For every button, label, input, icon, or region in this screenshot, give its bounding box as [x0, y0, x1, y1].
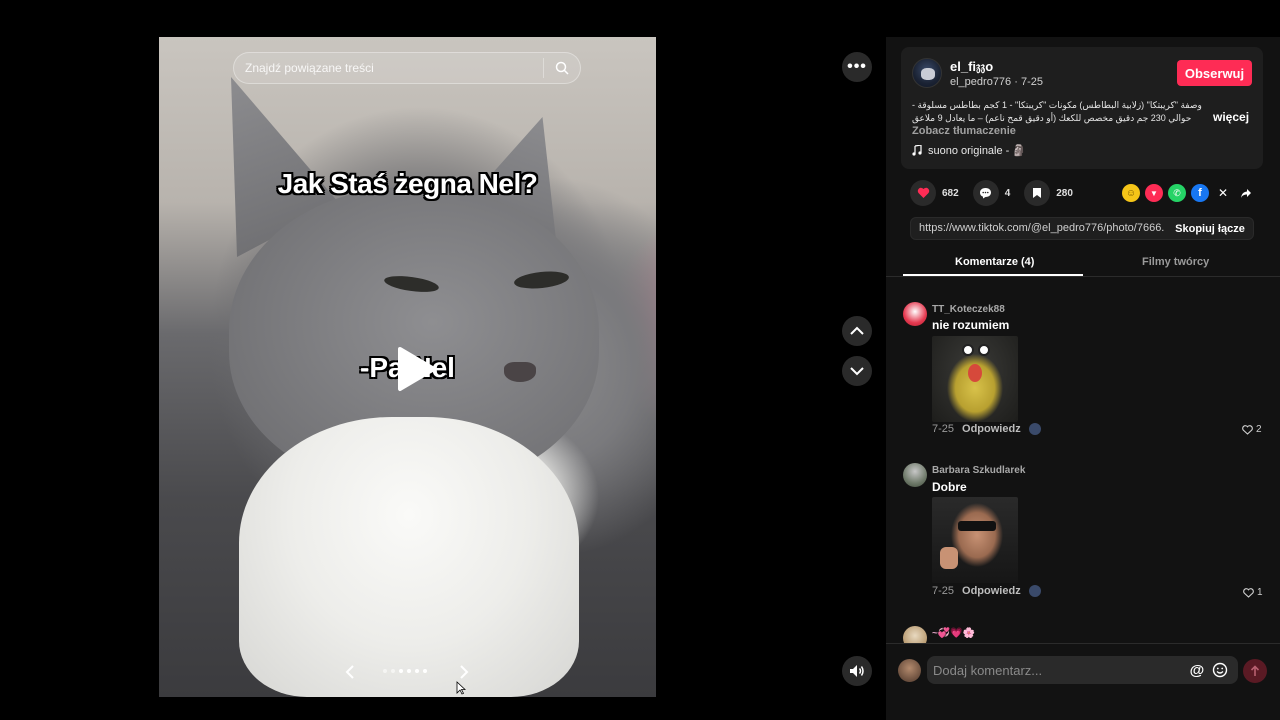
- comment-date: 7-25: [932, 585, 955, 597]
- like-count: 682: [942, 187, 959, 199]
- comment-like-button[interactable]: 2: [1242, 424, 1262, 435]
- engagement-stats: 682 4 280: [910, 180, 1087, 206]
- more-options-button[interactable]: •••: [842, 52, 872, 82]
- creator-liked-badge: [1028, 585, 1041, 597]
- arrow-up-icon: [850, 326, 864, 335]
- at-icon[interactable]: @: [1188, 661, 1206, 679]
- comment-author[interactable]: TT_Koteczek88: [932, 304, 1005, 315]
- music-note-icon: [912, 145, 922, 156]
- bookmark-icon: [1024, 180, 1051, 206]
- next-post-button[interactable]: [842, 356, 872, 386]
- current-user-avatar: [898, 659, 921, 682]
- carousel-dot[interactable]: [423, 669, 427, 673]
- post-date: 7-25: [1020, 76, 1043, 88]
- comment-text: nie rozumiem: [932, 318, 1010, 332]
- comment-author[interactable]: ~💞💗🌸: [932, 628, 975, 639]
- heart-outline-icon: [1243, 587, 1254, 598]
- carousel-next-button[interactable]: [454, 662, 474, 682]
- comment-author[interactable]: Barbara Szkudlarek: [932, 465, 1025, 476]
- send-icon: [1250, 665, 1260, 676]
- more-link[interactable]: więcej: [1213, 110, 1249, 124]
- like-button[interactable]: 682: [910, 180, 959, 206]
- top-bar: [0, 0, 1280, 37]
- creator-liked-badge: [1028, 423, 1041, 435]
- comment-meta: 7-25 Odpowiedz: [932, 423, 1041, 435]
- carousel-prev-button[interactable]: [340, 662, 360, 682]
- overlay-title-text: Jak Staś żegna Nel?: [277, 168, 538, 199]
- comment-meta: 7-25 Odpowiedz: [932, 585, 1041, 597]
- arrow-down-icon: [850, 367, 864, 376]
- copy-link-button[interactable]: Skopiuj łącze: [1168, 218, 1252, 239]
- volume-button[interactable]: [842, 656, 872, 686]
- author-handle-date[interactable]: el_pedro776 · 7-25: [950, 76, 1043, 88]
- author-handle: el_pedro776: [950, 76, 1012, 88]
- play-icon[interactable]: [392, 346, 438, 392]
- share-link-url[interactable]: https://www.tiktok.com/@el_pedro776/phot…: [919, 222, 1164, 234]
- tab-comments[interactable]: Komentarze (4): [955, 256, 1034, 268]
- related-search-input[interactable]: [234, 53, 543, 83]
- heart-outline-icon: [1242, 424, 1253, 435]
- carousel-dot[interactable]: [399, 669, 403, 673]
- follow-button[interactable]: Obserwuj: [1177, 60, 1252, 86]
- carousel-dot[interactable]: [407, 669, 411, 673]
- comment-text: Dobre: [932, 480, 967, 494]
- comment-date: 7-25: [932, 423, 955, 435]
- comment-like-button[interactable]: 1: [1243, 587, 1263, 598]
- share-icons: ☺ ▼ ✆ f ✕: [1122, 184, 1255, 202]
- embed-icon[interactable]: ☺: [1122, 184, 1140, 202]
- comment-count: 4: [1004, 187, 1011, 199]
- save-count: 280: [1056, 187, 1073, 199]
- active-tab-indicator: [903, 274, 1083, 276]
- carousel-dot[interactable]: [415, 669, 419, 673]
- whatsapp-icon[interactable]: ✆: [1168, 184, 1186, 202]
- author-display-name[interactable]: el_fi𝔷𝔷o: [950, 59, 993, 75]
- more-icon: •••: [847, 58, 867, 75]
- cat-chest: [239, 417, 579, 697]
- x-icon[interactable]: ✕: [1214, 184, 1232, 202]
- comment-like-count: 2: [1256, 424, 1262, 435]
- reply-button[interactable]: Odpowiedz: [962, 585, 1021, 597]
- translate-link[interactable]: Zobacz tłumaczenie: [912, 125, 1016, 137]
- sound-link[interactable]: suono originale - 🗿: [912, 144, 1026, 157]
- send-to-friends-icon[interactable]: ▼: [1145, 184, 1163, 202]
- comment-button[interactable]: 4: [972, 180, 1011, 206]
- heart-icon: [910, 180, 936, 206]
- volume-icon: [850, 665, 864, 677]
- description-text: وصفة "كريبتكا" (زلابية البطاطس) مكونات "…: [912, 100, 1202, 123]
- mouse-cursor-icon: [456, 681, 467, 695]
- author-avatar[interactable]: [912, 58, 942, 88]
- comment-tabs: [886, 250, 1280, 277]
- carousel-dots: [383, 669, 427, 673]
- comment-sticker-image[interactable]: [932, 497, 1018, 583]
- comment-avatar[interactable]: [903, 463, 927, 487]
- save-button[interactable]: 280: [1024, 180, 1073, 206]
- share-forward-icon[interactable]: [1237, 184, 1255, 202]
- tab-creator-videos[interactable]: Filmy twórcy: [1142, 256, 1209, 268]
- reply-button[interactable]: Odpowiedz: [962, 423, 1021, 435]
- facebook-icon[interactable]: f: [1191, 184, 1209, 202]
- comment-sticker-image[interactable]: [932, 336, 1018, 422]
- comment-avatar[interactable]: [903, 302, 927, 326]
- carousel-dot[interactable]: [383, 669, 387, 673]
- comment-icon: [972, 180, 999, 206]
- search-icon[interactable]: [544, 53, 580, 83]
- carousel-dot[interactable]: [391, 669, 395, 673]
- sound-name: suono originale - 🗿: [928, 145, 1027, 157]
- related-search-bar[interactable]: [233, 52, 581, 84]
- send-button[interactable]: [1243, 659, 1267, 683]
- previous-post-button[interactable]: [842, 316, 872, 346]
- emoji-icon[interactable]: [1211, 661, 1229, 679]
- comment-like-count: 1: [1257, 587, 1263, 598]
